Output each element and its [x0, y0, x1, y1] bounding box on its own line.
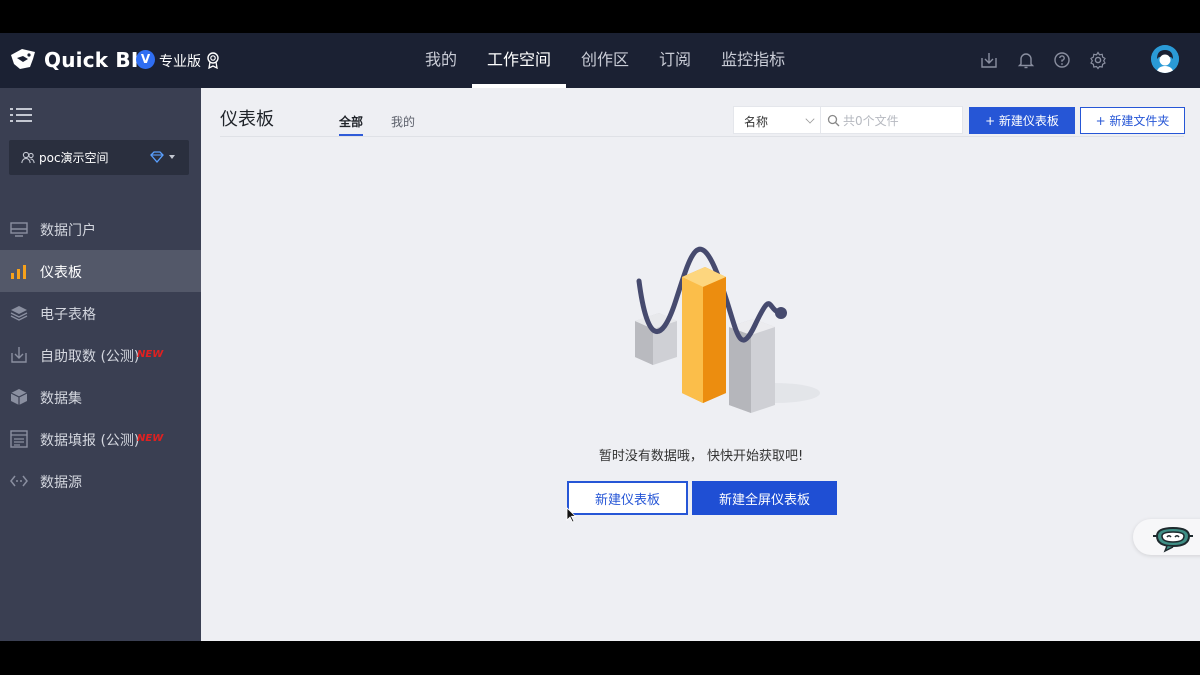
team-icon: [21, 151, 35, 164]
sidebar-item-label: 数据源: [40, 475, 82, 491]
sidebar-item-label: 数据集: [40, 391, 82, 407]
award-icon[interactable]: [205, 51, 221, 69]
tab-all[interactable]: 全部: [339, 113, 363, 130]
avatar[interactable]: [1151, 45, 1179, 73]
diamond-icon: [150, 151, 164, 163]
search-input[interactable]: [843, 111, 957, 130]
new-dashboard-button[interactable]: + 新建仪表板: [969, 107, 1075, 134]
sidebar-item-dashboard[interactable]: 仪表板: [0, 250, 201, 292]
empty-state-message: 暂时没有数据哦， 快快开始获取吧!: [598, 449, 804, 464]
sidebar-item-label: 电子表格: [40, 307, 96, 323]
nav-item-mine[interactable]: 我的: [410, 33, 472, 88]
download-icon[interactable]: [979, 50, 999, 70]
nav-item-monitor[interactable]: 监控指标: [706, 33, 800, 88]
sidebar-item-label: 数据门户: [40, 223, 96, 239]
nav-item-subscribe[interactable]: 订阅: [644, 33, 706, 88]
settings-icon[interactable]: [1088, 50, 1108, 70]
sidebar-item-self-service[interactable]: 自助取数 (公测) NEW: [0, 334, 201, 376]
new-folder-button[interactable]: + 新建文件夹: [1080, 107, 1185, 134]
cube-icon: [10, 389, 28, 405]
sidebar-item-spreadsheet[interactable]: 电子表格: [0, 292, 201, 334]
sidebar-item-datasource[interactable]: 数据源: [0, 460, 201, 502]
menu-toggle-icon[interactable]: [10, 106, 32, 124]
nav-item-workspace[interactable]: 工作空间: [472, 33, 567, 88]
sidebar-item-portal[interactable]: 数据门户: [0, 208, 201, 250]
user-avatar-icon: [1151, 45, 1179, 73]
sidebar-item-label: 数据填报 (公测): [40, 433, 140, 449]
chevron-down-icon: [805, 114, 815, 124]
workspace-selector[interactable]: poc演示空间: [9, 140, 189, 175]
help-icon[interactable]: [1052, 50, 1072, 70]
new-fullscreen-dashboard-button[interactable]: 新建全屏仪表板: [692, 481, 837, 515]
assistant-widget[interactable]: [1133, 519, 1200, 555]
sidebar-item-label: 自助取数 (公测): [40, 349, 140, 365]
sort-value: 名称: [744, 115, 769, 129]
app-frame: Quick BI V 专业版 我的 工作空间 创作区 订阅 监控指标 poc演示…: [0, 33, 1200, 641]
sidebar: poc演示空间 数据门户 仪表板 电子表格 自助取数 (公测) NEW 数据集 …: [0, 88, 201, 641]
workspace-name: poc演示空间: [39, 151, 109, 165]
bar-chart-icon: [11, 265, 26, 279]
code-icon: [10, 475, 28, 487]
portal-icon: [10, 222, 28, 237]
tab-mine[interactable]: 我的: [391, 113, 415, 130]
empty-new-dashboard-button[interactable]: 新建仪表板: [567, 481, 688, 515]
form-icon: [10, 430, 28, 448]
layers-icon: [10, 306, 28, 321]
empty-state-illustration: [635, 246, 820, 413]
new-tag: NEW: [137, 349, 164, 360]
brand-name: Quick BI: [44, 48, 139, 72]
page-title: 仪表板: [220, 109, 274, 130]
sidebar-item-label: 仪表板: [40, 265, 82, 281]
header-divider: [220, 136, 1184, 137]
nav-item-creation[interactable]: 创作区: [566, 33, 644, 88]
chevron-down-icon: [169, 155, 175, 159]
quickbi-logo-icon: [11, 49, 35, 69]
robot-assistant-icon: [1153, 526, 1193, 553]
download-icon: [11, 347, 27, 363]
edition-badge: V: [136, 50, 155, 69]
mouse-cursor-icon: [566, 507, 576, 523]
sidebar-item-dataset[interactable]: 数据集: [0, 376, 201, 418]
new-tag: NEW: [137, 433, 164, 444]
main-nav: 我的 工作空间 创作区 订阅 监控指标: [410, 33, 800, 88]
search-box: [821, 106, 963, 134]
bell-icon[interactable]: [1016, 50, 1036, 70]
sidebar-item-data-entry[interactable]: 数据填报 (公测) NEW: [0, 418, 201, 460]
sort-select[interactable]: 名称: [733, 106, 821, 134]
edition-label: 专业版: [159, 54, 201, 70]
search-icon: [827, 114, 840, 127]
top-bar: Quick BI V 专业版 我的 工作空间 创作区 订阅 监控指标: [0, 33, 1200, 88]
